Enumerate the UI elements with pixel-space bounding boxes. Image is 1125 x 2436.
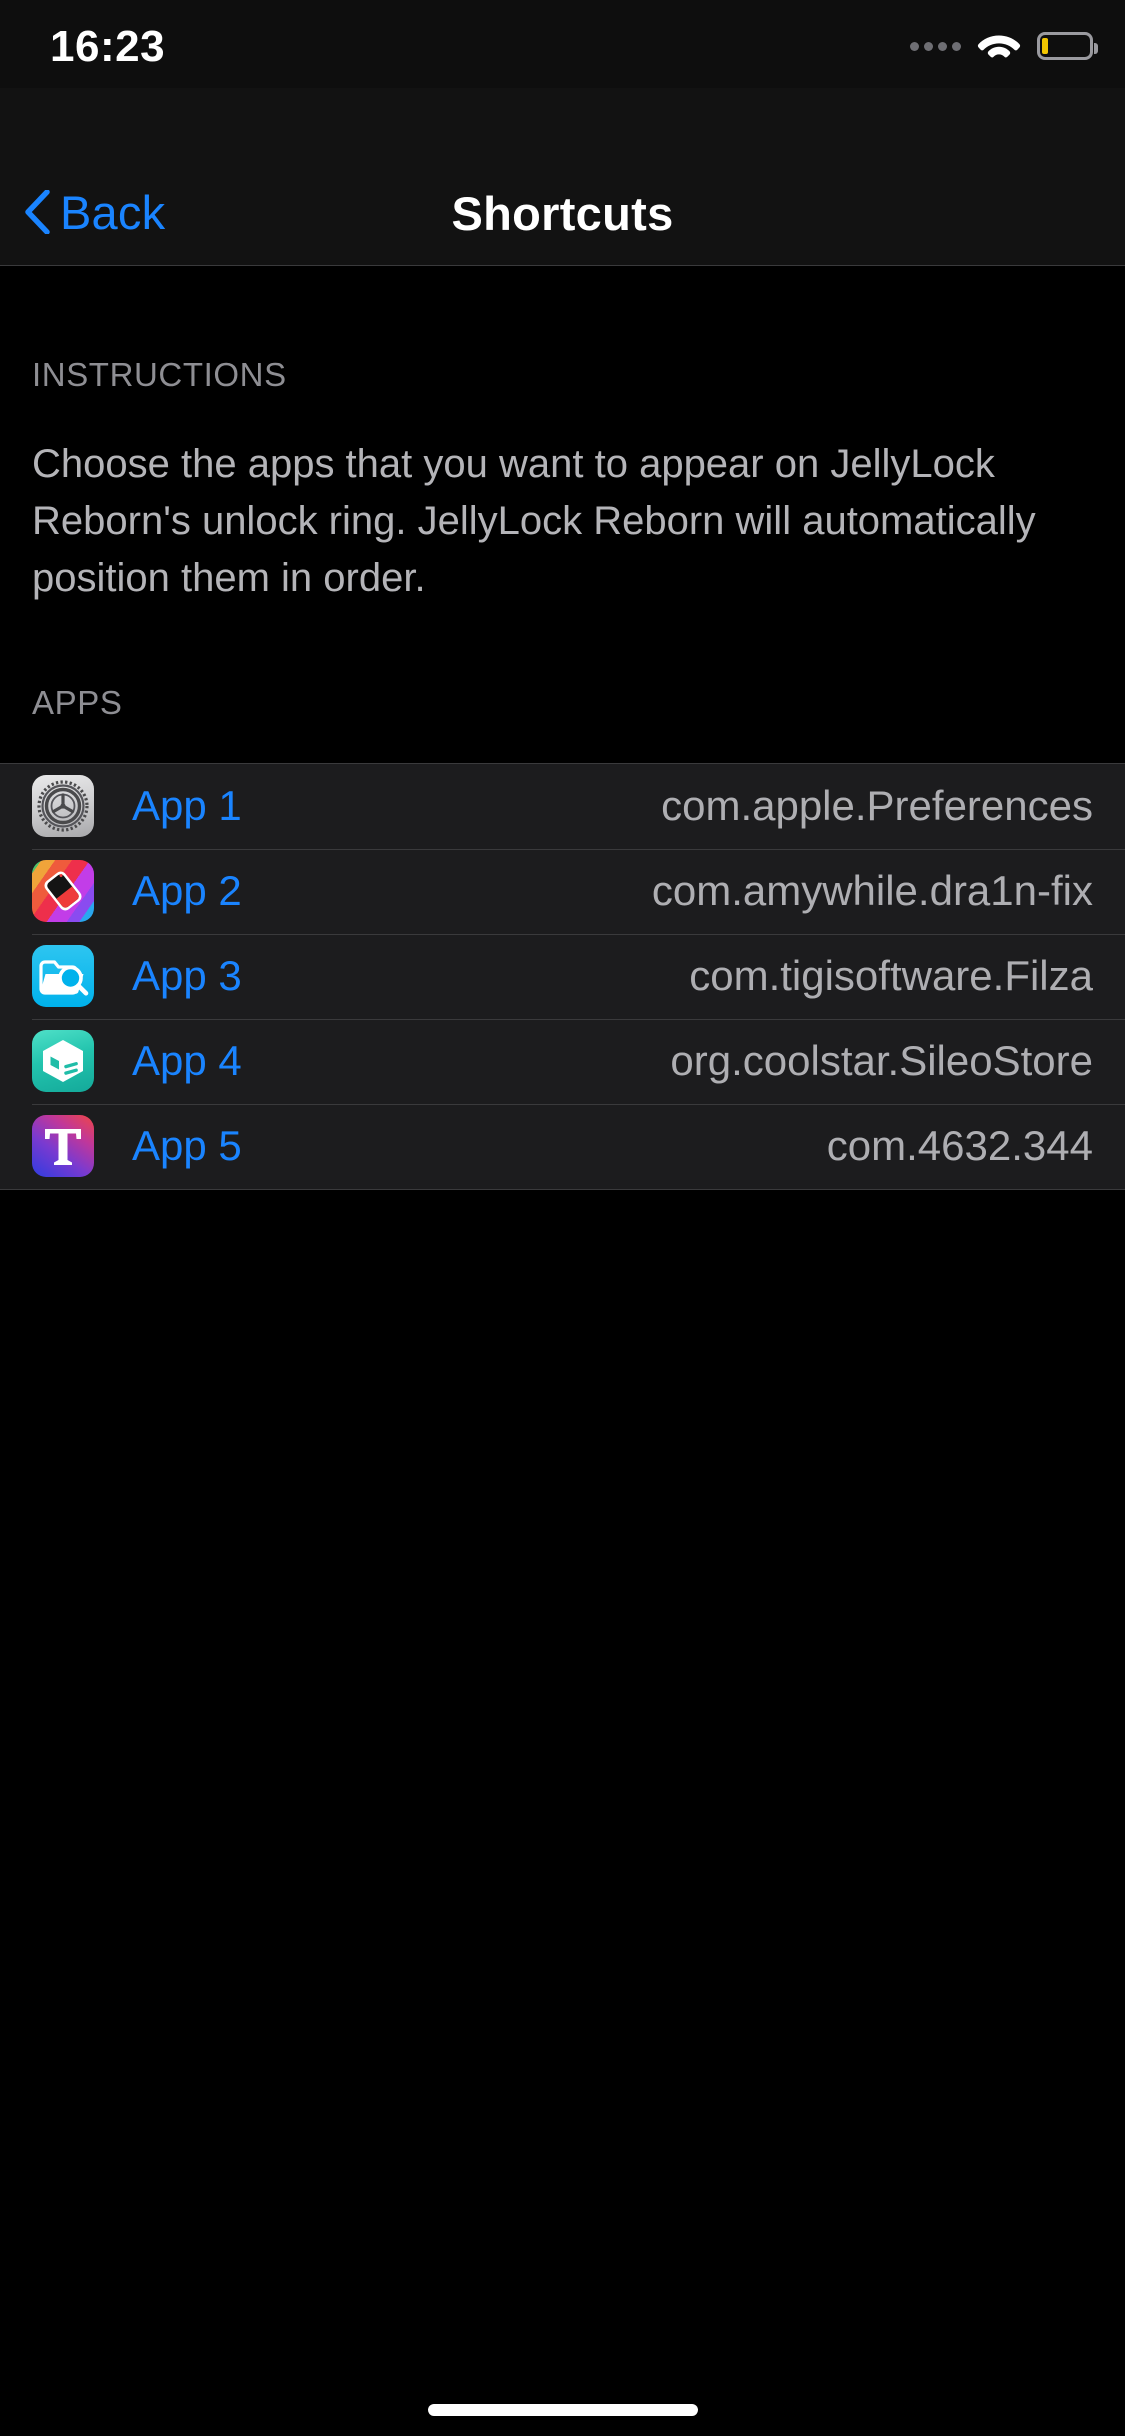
app-title: App 3	[132, 952, 242, 1000]
table-row[interactable]: App 3 com.tigisoftware.Filza	[0, 933, 1125, 1019]
sileo-cube-icon	[32, 1030, 94, 1093]
status-bar: 16:23	[0, 0, 1125, 88]
app-bundle-id: com.amywhile.dra1n-fix	[651, 867, 1093, 915]
app-title: App 4	[132, 1037, 242, 1085]
wifi-icon	[977, 35, 1021, 58]
app-title: App 1	[132, 782, 242, 830]
table-row[interactable]: App 1 com.apple.Preferences	[0, 764, 1125, 849]
settings-gear-icon	[32, 775, 94, 838]
signal-dots-icon	[910, 41, 961, 51]
app-title: App 2	[132, 867, 242, 915]
instructions-section-header: INSTRUCTIONS	[32, 356, 287, 393]
app-bundle-id: com.4632.344	[826, 1122, 1093, 1170]
home-indicator[interactable]	[427, 2404, 698, 2416]
table-row[interactable]: App 2 com.amywhile.dra1n-fix	[0, 848, 1125, 934]
battery-icon	[1037, 32, 1098, 60]
status-bar-indicators	[910, 26, 1098, 66]
instructions-body-text: Choose the apps that you want to appear …	[32, 442, 1036, 601]
app-bundle-id: com.apple.Preferences	[661, 782, 1093, 830]
apps-table: App 1 com.apple.Preferences App 2 com.am…	[0, 762, 1125, 1190]
app-bundle-id: org.coolstar.SileoStore	[670, 1037, 1093, 1085]
letter-t-icon	[32, 1115, 94, 1178]
apps-section-header: APPS	[32, 683, 123, 721]
table-row[interactable]: App 4 org.coolstar.SileoStore	[0, 1018, 1125, 1104]
page-title: Shortcuts	[451, 187, 674, 240]
app-bundle-id: com.tigisoftware.Filza	[689, 952, 1093, 1000]
navigation-bar: Back Shortcuts	[0, 88, 1125, 266]
status-bar-clock: 16:23	[50, 22, 166, 71]
table-row[interactable]: App 5 com.4632.344	[0, 1103, 1125, 1189]
drain-fix-icon	[32, 860, 94, 923]
filza-folder-search-icon	[32, 945, 94, 1008]
settings-content: INSTRUCTIONS Choose the apps that you wa…	[0, 266, 1125, 2436]
app-title: App 5	[132, 1122, 242, 1170]
